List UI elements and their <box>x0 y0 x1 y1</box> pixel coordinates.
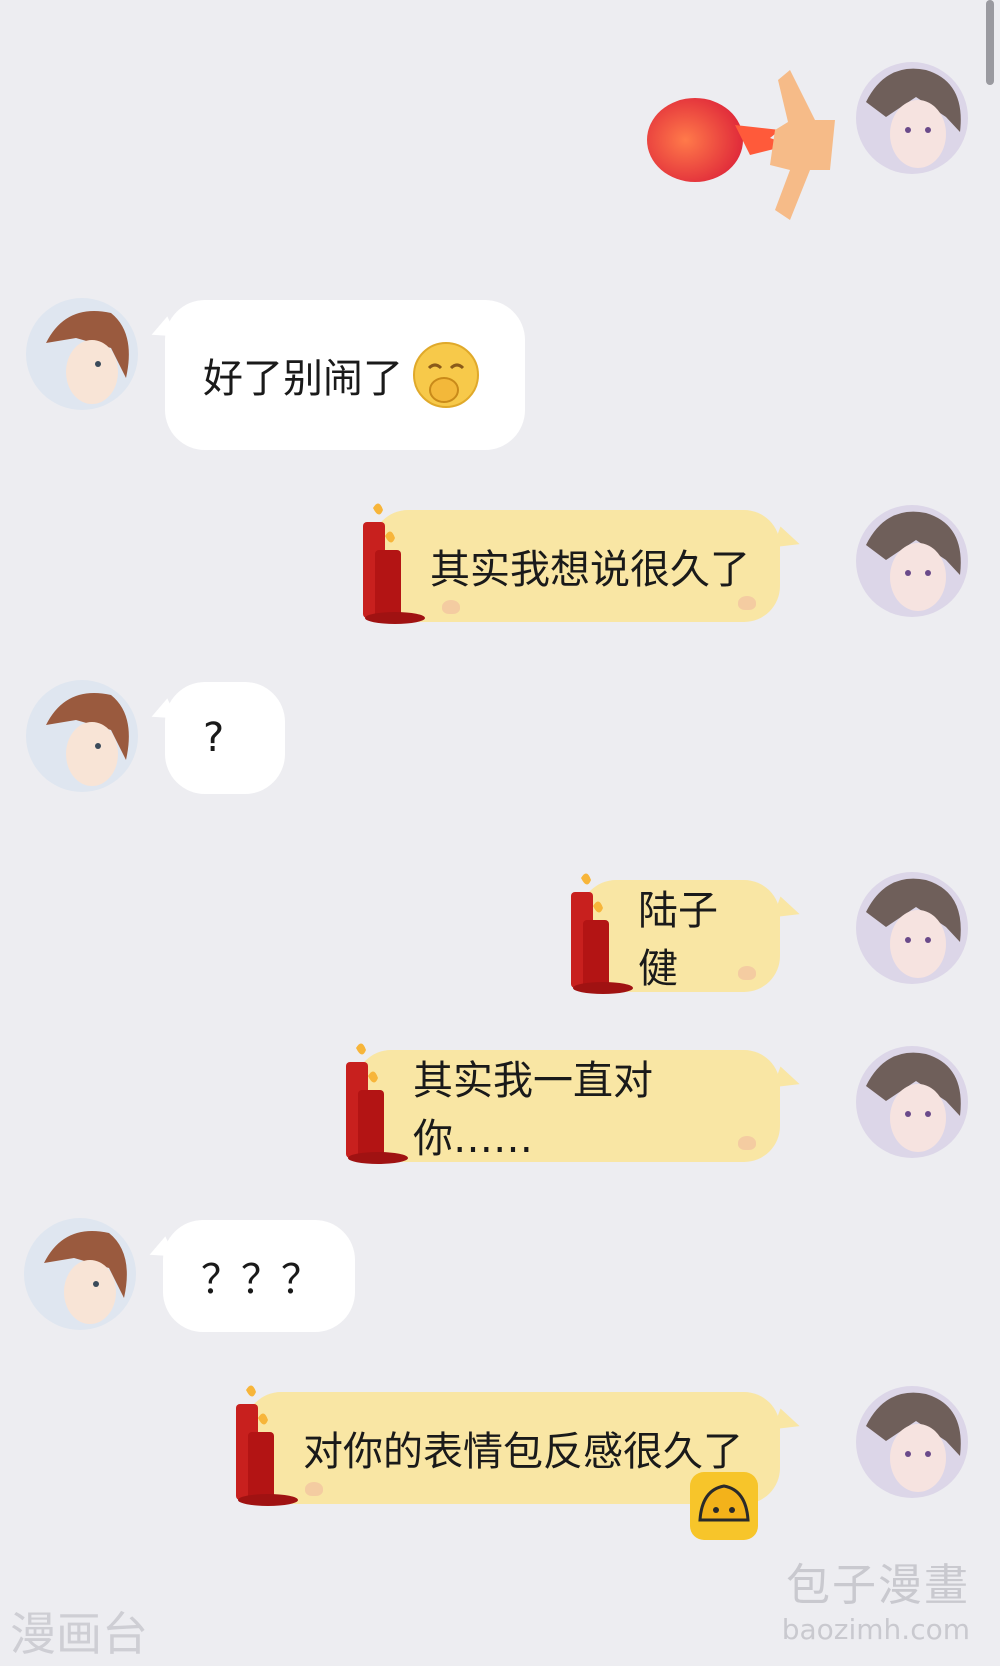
watermark-baozi: 包子漫畫 baozimh.com <box>782 1549 970 1646</box>
message-text: 陆子健 <box>638 888 718 992</box>
embarrassed-smile-emoji-icon <box>411 340 481 410</box>
message-bubble-left: 好了别闹了 <box>165 300 525 450</box>
rocket-sticker <box>640 60 840 230</box>
left-avatar[interactable] <box>26 680 138 792</box>
message-text: ? <box>203 715 225 761</box>
message-bubble-right: 其实我想说很久了 <box>372 510 780 622</box>
message-text: ？？？ <box>201 1257 321 1303</box>
watermark-title: 包子漫畫 <box>786 1560 970 1611</box>
message-text: 对你的表情包反感很久了 <box>303 1429 743 1475</box>
watermark-url: baozimh.com <box>781 1613 970 1646</box>
candle-icon <box>228 1382 298 1507</box>
right-avatar[interactable] <box>856 872 968 984</box>
message-bubble-right: 其实我一直对你…… <box>355 1050 780 1162</box>
left-avatar[interactable] <box>24 1218 136 1330</box>
baozi-logo-icon <box>688 1470 760 1542</box>
message-text: 好了别闹了 <box>203 356 403 402</box>
right-avatar[interactable] <box>856 1046 968 1158</box>
candle-icon <box>338 1040 408 1165</box>
message-text: 其实我想说很久了 <box>430 547 750 593</box>
message-bubble-left: ? <box>165 682 285 794</box>
candle-icon <box>355 500 425 625</box>
watermark-manhuatai: 漫画台 <box>10 1607 148 1661</box>
candle-icon <box>563 870 633 995</box>
message-bubble-left: ？？？ <box>163 1220 355 1332</box>
right-avatar[interactable] <box>856 505 968 617</box>
right-avatar[interactable] <box>856 62 968 174</box>
right-avatar[interactable] <box>856 1386 968 1498</box>
scrollbar[interactable] <box>986 0 994 85</box>
message-text: 其实我一直对你…… <box>413 1058 653 1162</box>
left-avatar[interactable] <box>26 298 138 410</box>
